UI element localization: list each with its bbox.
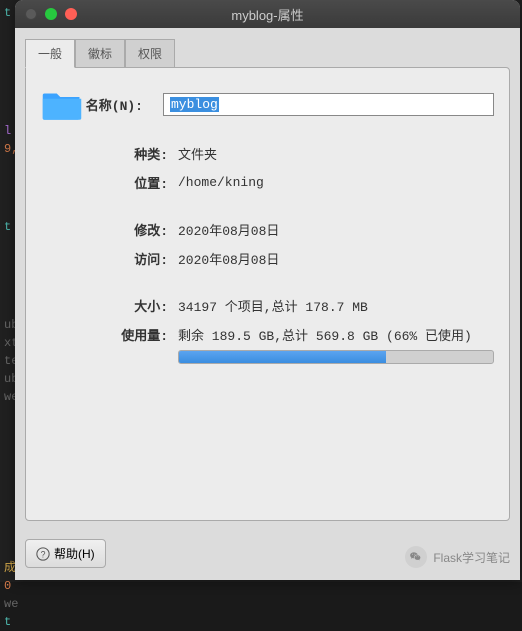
accessed-value: 2020年08月08日 xyxy=(178,249,279,268)
wechat-icon xyxy=(405,546,427,568)
usage-value: 剩余 189.5 GB,总计 569.8 GB (66% 已使用) xyxy=(178,329,472,344)
tabs: 一般 徽标 权限 xyxy=(15,28,520,67)
location-value: /home/kning xyxy=(178,175,264,190)
tab-content-general: 名称(N): myblog 种类: 文件夹 位置: /home/kning 修改… xyxy=(25,67,510,521)
location-label: 位置: xyxy=(41,173,178,192)
size-label: 大小: xyxy=(41,296,178,315)
usage-progress-fill xyxy=(179,351,386,363)
help-button[interactable]: ? 帮助(H) xyxy=(25,539,106,568)
properties-dialog: myblog-属性 一般 徽标 权限 名称(N): myblog 种类: 文件夹… xyxy=(15,0,520,580)
window-close-button[interactable] xyxy=(25,8,37,20)
name-input[interactable]: myblog xyxy=(163,93,494,116)
kind-label: 种类: xyxy=(41,144,178,163)
titlebar[interactable]: myblog-属性 xyxy=(15,0,520,28)
accessed-label: 访问: xyxy=(41,249,178,268)
tab-emblems[interactable]: 徽标 xyxy=(75,39,125,68)
name-label: 名称(N): xyxy=(83,95,153,114)
window-controls xyxy=(25,8,77,20)
tab-permissions[interactable]: 权限 xyxy=(125,39,175,68)
watermark: Flask学习笔记 xyxy=(405,546,510,568)
kind-value: 文件夹 xyxy=(178,144,217,163)
help-icon: ? xyxy=(36,547,50,561)
usage-progress-bar xyxy=(178,350,494,364)
window-maximize-button[interactable] xyxy=(65,8,77,20)
size-value: 34197 个项目,总计 178.7 MB xyxy=(178,296,368,315)
svg-text:?: ? xyxy=(41,549,46,559)
window-title: myblog-属性 xyxy=(23,5,512,24)
usage-label: 使用量: xyxy=(41,325,178,344)
modified-value: 2020年08月08日 xyxy=(178,220,279,239)
watermark-text: Flask学习笔记 xyxy=(433,549,510,566)
modified-label: 修改: xyxy=(41,220,178,239)
window-minimize-button[interactable] xyxy=(45,8,57,20)
tab-general[interactable]: 一般 xyxy=(25,39,75,68)
folder-icon xyxy=(41,86,83,122)
